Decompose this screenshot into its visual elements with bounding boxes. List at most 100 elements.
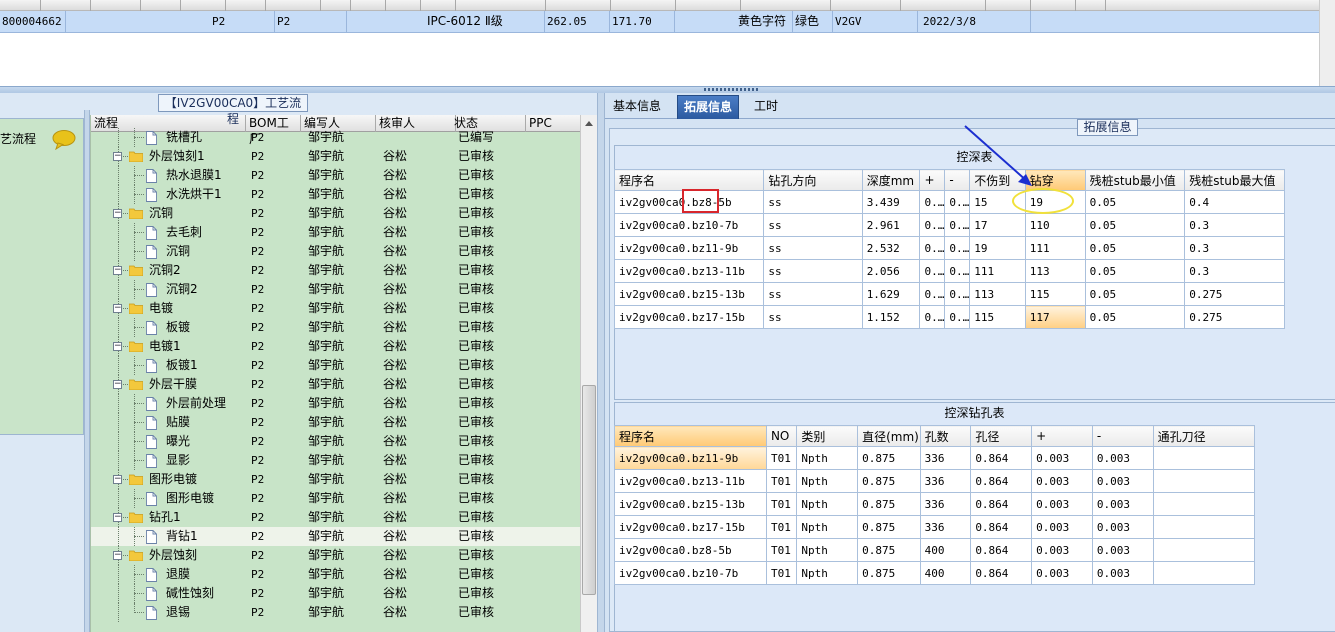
deep-table-cell[interactable]: 1.629: [861, 282, 921, 306]
drill-table-cell[interactable]: 336: [919, 515, 972, 539]
deep-table-cell[interactable]: 0.…: [919, 236, 946, 260]
tree-expander-icon[interactable]: −: [113, 475, 122, 484]
top-grid-header-cell[interactable]: [1105, 0, 1106, 11]
drill-table-cell[interactable]: 0.003: [1091, 561, 1154, 585]
top-grid-header-cell[interactable]: [1075, 0, 1076, 11]
deep-table-cell[interactable]: 0.05: [1084, 236, 1186, 260]
drill-table-cell[interactable]: 0.003: [1091, 515, 1154, 539]
drill-table-cell[interactable]: T01: [765, 538, 798, 562]
deep-table-cell[interactable]: 0.…: [944, 190, 971, 214]
top-grid-row-selected[interactable]: 800004662 P2 P2 IPC-6012 Ⅱ级 262.05 171.70 黄色字符…: [0, 11, 1335, 33]
top-grid-header-cell[interactable]: [675, 0, 676, 11]
drill-table-cell[interactable]: T01: [765, 561, 798, 585]
tab-basic-info[interactable]: 基本信息: [607, 95, 667, 119]
deep-table-cell[interactable]: 2.532: [861, 236, 921, 260]
top-grid-header-cell[interactable]: [40, 0, 41, 11]
top-grid-cell[interactable]: V2GV: [833, 11, 918, 32]
top-grid-cell[interactable]: 2022/3/8: [921, 11, 1031, 32]
deep-table-cell[interactable]: ss: [763, 259, 863, 283]
drill-table-cell[interactable]: 0.003: [1091, 446, 1154, 470]
deep-table-cell[interactable]: 19: [969, 236, 1026, 260]
tree-row[interactable]: − 外层蚀刻1 P2 邹宇航 谷松 已审核: [91, 147, 580, 166]
vertical-splitter[interactable]: [597, 93, 605, 632]
drill-table-cell[interactable]: 0.864: [970, 538, 1033, 562]
deep-table-cell[interactable]: 113: [1024, 259, 1086, 283]
drill-table-cell[interactable]: 0.875: [857, 538, 921, 562]
deep-table-cell[interactable]: 0.…: [919, 259, 946, 283]
drill-table-cell[interactable]: 0.864: [970, 515, 1033, 539]
tab-extension-info[interactable]: 拓展信息: [677, 95, 740, 119]
tree-row[interactable]: − 外层蚀刻 P2 邹宇航 谷松 已审核: [91, 546, 580, 565]
tree-row[interactable]: − 沉铜2 P2 邹宇航 谷松 已审核: [91, 261, 580, 280]
deep-table-row[interactable]: iv2gv00ca0.bz10-7b ss 2.961 0.… 0.… 17 110 0.05…: [613, 213, 1285, 237]
top-grid-header-cell[interactable]: [610, 0, 611, 11]
deep-table-cell[interactable]: 0.05: [1084, 213, 1186, 237]
drill-table-cell[interactable]: [1152, 469, 1256, 493]
tree-row[interactable]: 水洗烘干1 P2 邹宇航 谷松 已审核: [91, 185, 580, 204]
drill-table-col-header[interactable]: 直径(mm): [857, 425, 921, 447]
tree-row[interactable]: 沉铜2 P2 邹宇航 谷松 已审核: [91, 280, 580, 299]
deep-table-cell[interactable]: 17: [969, 213, 1026, 237]
drill-table-row[interactable]: iv2gv00ca0.bz11-9b T01 Npth 0.875 336 0.864 0.…: [614, 446, 1256, 470]
tree-row[interactable]: 热水退膜1 P2 邹宇航 谷松 已审核: [91, 166, 580, 185]
tree-expander-icon[interactable]: −: [113, 266, 122, 275]
tree-expander-icon[interactable]: −: [113, 152, 122, 161]
deep-table-cell[interactable]: ss: [763, 305, 863, 329]
drill-table-cell[interactable]: 400: [919, 538, 972, 562]
drill-table-cell[interactable]: 0.875: [857, 469, 921, 493]
deep-table-cell[interactable]: 0.275: [1184, 282, 1285, 306]
drill-table-cell[interactable]: 0.864: [970, 446, 1033, 470]
drill-table-cell[interactable]: 0.003: [1031, 561, 1093, 585]
deep-table-cell[interactable]: ss: [763, 190, 863, 214]
top-grid-header-cell[interactable]: [225, 0, 226, 11]
splitter-grip-icon[interactable]: [704, 88, 760, 91]
drill-table-cell[interactable]: 0.003: [1091, 469, 1154, 493]
deep-table-cell[interactable]: ss: [763, 213, 863, 237]
drill-table-cell[interactable]: 0.864: [970, 492, 1033, 516]
top-grid-scrollbar[interactable]: [1319, 0, 1335, 90]
drill-table-cell[interactable]: iv2gv00ca0.bz10-7b: [614, 561, 767, 585]
deep-table-cell[interactable]: 115: [969, 305, 1026, 329]
top-grid-header-cell[interactable]: [90, 0, 91, 11]
tree-row[interactable]: − 电镀1 P2 邹宇航 谷松 已审核: [91, 337, 580, 356]
deep-table-cell[interactable]: 0.…: [944, 282, 971, 306]
drill-table-cell[interactable]: 336: [919, 469, 972, 493]
deep-table-cell[interactable]: 0.…: [919, 305, 946, 329]
tree-row[interactable]: 背钻1 P2 邹宇航 谷松 已审核: [91, 527, 580, 546]
drill-table-cell[interactable]: [1152, 538, 1256, 562]
drill-table-cell[interactable]: 0.875: [857, 492, 921, 516]
top-grid-header-cell[interactable]: [265, 0, 266, 11]
drill-table-cell[interactable]: 0.003: [1031, 469, 1093, 493]
drill-table-cell[interactable]: [1152, 492, 1256, 516]
drill-table-cell[interactable]: iv2gv00ca0.bz11-9b: [614, 446, 767, 470]
drill-table-row[interactable]: iv2gv00ca0.bz10-7b T01 Npth 0.875 400 0.864 0.…: [614, 561, 1256, 585]
tree-row[interactable]: − 沉铜 P2 邹宇航 谷松 已审核: [91, 204, 580, 223]
deep-table-cell[interactable]: 3.439: [861, 190, 921, 214]
deep-table-row[interactable]: iv2gv00ca0.bz11-9b ss 2.532 0.… 0.… 19 111 0.05…: [613, 236, 1285, 260]
top-grid-header-cell[interactable]: [385, 0, 386, 11]
deep-table-cell[interactable]: 113: [969, 282, 1026, 306]
deep-table-cell[interactable]: 0.…: [919, 282, 946, 306]
tree-row[interactable]: − 图形电镀 P2 邹宇航 谷松 已审核: [91, 470, 580, 489]
drill-table-cell[interactable]: Npth: [796, 469, 859, 493]
tree-row[interactable]: 板镀 P2 邹宇航 谷松 已审核: [91, 318, 580, 337]
tree-row[interactable]: 退膜 P2 邹宇航 谷松 已审核: [91, 565, 580, 584]
deep-table-cell[interactable]: iv2gv00ca0.bz13-11b: [613, 259, 765, 283]
drill-table-row[interactable]: iv2gv00ca0.bz17-15b T01 Npth 0.875 336 0.864 0…: [614, 515, 1256, 539]
deep-table-cell[interactable]: iv2gv00ca0.bz11-9b: [613, 236, 765, 260]
top-grid-header-cell[interactable]: [180, 0, 181, 11]
tree-row[interactable]: 碱性蚀刻 P2 邹宇航 谷松 已审核: [91, 584, 580, 603]
deep-table-cell[interactable]: 0.3: [1184, 213, 1285, 237]
tree-row[interactable]: 图形电镀 P2 邹宇航 谷松 已审核: [91, 489, 580, 508]
top-grid-cell[interactable]: 绿色: [793, 11, 833, 32]
drill-table-row[interactable]: iv2gv00ca0.bz8-5b T01 Npth 0.875 400 0.864 0.0…: [614, 538, 1256, 562]
drill-table-cell[interactable]: [1152, 515, 1256, 539]
tree-row[interactable]: 沉铜 P2 邹宇航 谷松 已审核: [91, 242, 580, 261]
tree-expander-icon[interactable]: −: [113, 304, 122, 313]
top-grid-cell[interactable]: 262.05: [545, 11, 610, 32]
top-grid-cell[interactable]: IPC-6012 Ⅱ级: [425, 11, 545, 32]
deep-table-cell[interactable]: 0.4: [1184, 190, 1285, 214]
process-tree-scrollbar[interactable]: [580, 115, 597, 632]
deep-table-cell[interactable]: iv2gv00ca0.bz17-15b: [613, 305, 765, 329]
top-grid-header-cell[interactable]: [900, 0, 901, 11]
